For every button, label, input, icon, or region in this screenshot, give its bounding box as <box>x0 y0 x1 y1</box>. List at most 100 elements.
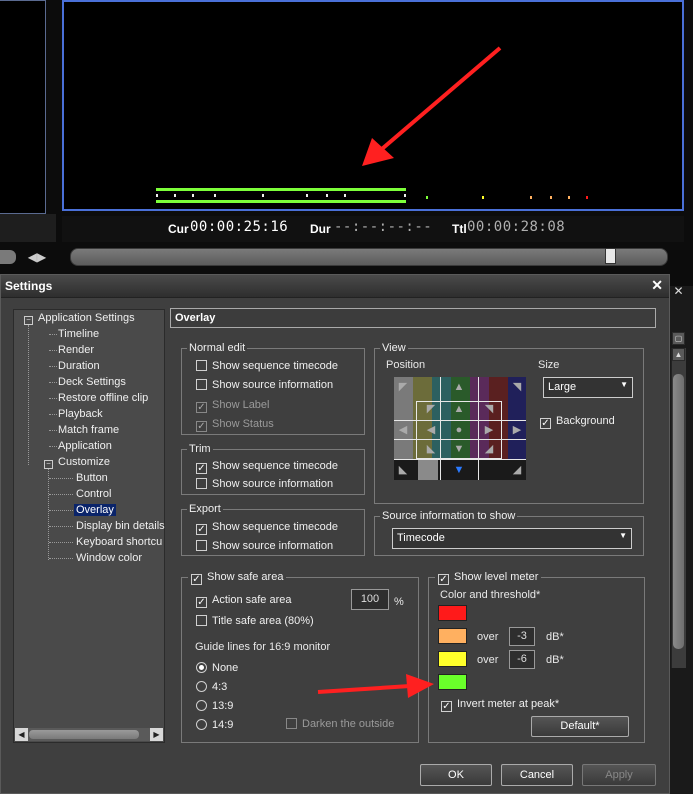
guide-13-9-radio[interactable]: 13:9 <box>196 699 233 713</box>
trim-seq-timecode-checkbox[interactable]: ✓ Show sequence timecode <box>196 459 338 474</box>
tree-item-display-bin-details[interactable]: Display bin details <box>76 520 165 532</box>
meter-color-orange-swatch[interactable] <box>438 628 467 644</box>
show-safe-area-checkbox[interactable]: ✓ Show safe area <box>188 570 287 585</box>
center-icon[interactable]: ● <box>450 422 468 438</box>
close-icon[interactable]: ✕ <box>672 285 685 299</box>
source-scrub-bar[interactable] <box>0 250 16 264</box>
checkbox[interactable]: ✓ <box>196 463 207 474</box>
jog-icon[interactable]: ◀▶ <box>26 249 48 265</box>
guide-none-radio[interactable]: None <box>196 661 238 675</box>
meter-color-yellow-swatch[interactable] <box>438 651 467 667</box>
default-button[interactable]: Default* <box>531 716 629 737</box>
tree-item-application[interactable]: Application <box>58 440 112 452</box>
tree-item-timeline[interactable]: Timeline <box>58 328 99 340</box>
export-seq-timecode-checkbox[interactable]: ✓ Show sequence timecode <box>196 520 338 535</box>
threshold-orange-input[interactable]: -3 <box>509 627 535 646</box>
tree-item-window-color[interactable]: Window color <box>76 552 142 564</box>
checkbox[interactable]: ✓ <box>191 574 202 585</box>
arrow-down-icon[interactable]: ▼ <box>450 441 468 457</box>
position-grid[interactable]: ◤ ▲ ◥ ◤ ▲ ◥ ◀ ◀ ● ▶ ▶ ◣ ▼ ◢ ◣ ▼ ◢ <box>394 377 526 480</box>
scroll-left-icon[interactable]: ◀ <box>15 728 28 741</box>
checkbox[interactable] <box>196 360 207 371</box>
arrow-down-left-icon[interactable]: ◣ <box>394 462 412 478</box>
cancel-button[interactable]: Cancel <box>501 764 573 786</box>
arrow-right-icon[interactable]: ▶ <box>480 422 498 438</box>
background-checkbox[interactable]: ✓ Background <box>540 414 615 429</box>
scroll-up-icon[interactable]: ▲ <box>672 348 685 361</box>
tree-item-keyboard-shortcut[interactable]: Keyboard shortcut <box>76 536 162 548</box>
scrub-handle[interactable] <box>605 248 616 264</box>
collapse-icon[interactable]: − <box>44 460 53 469</box>
tree-connector <box>49 446 57 447</box>
checkbox[interactable] <box>196 615 207 626</box>
action-safe-area-checkbox[interactable]: ✓ Action safe area <box>196 593 292 608</box>
radio[interactable] <box>196 662 207 673</box>
db-label: dB* <box>546 631 564 643</box>
tree-item-duration[interactable]: Duration <box>58 360 100 372</box>
scroll-thumb[interactable] <box>673 374 684 649</box>
arrow-down-left-icon[interactable]: ◣ <box>422 441 440 457</box>
checkbox-label: Show Status <box>212 418 274 430</box>
arrow-down-icon[interactable]: ▼ <box>450 462 468 478</box>
side-scrollbar[interactable]: ▲ <box>671 348 686 668</box>
scroll-right-icon[interactable]: ▶ <box>150 728 163 741</box>
checkbox[interactable]: ✓ <box>196 597 207 608</box>
threshold-yellow-input[interactable]: -6 <box>509 650 535 669</box>
arrow-right-icon[interactable]: ▶ <box>508 422 526 438</box>
arrow-up-right-icon[interactable]: ◥ <box>508 379 526 395</box>
arrow-up-right-icon[interactable]: ◥ <box>480 401 498 417</box>
ok-button[interactable]: OK <box>420 764 492 786</box>
checkbox[interactable]: ✓ <box>441 701 452 712</box>
checkbox[interactable] <box>196 540 207 551</box>
guide-14-9-radio[interactable]: 14:9 <box>196 718 233 732</box>
arrow-up-icon[interactable]: ▲ <box>450 379 468 395</box>
tree-item-application-settings[interactable]: Application Settings <box>38 312 135 324</box>
radio[interactable] <box>196 681 207 692</box>
tree-connector <box>49 430 57 431</box>
checkbox[interactable] <box>196 478 207 489</box>
checkbox[interactable]: ✓ <box>540 418 551 429</box>
arrow-down-right-icon[interactable]: ◢ <box>508 462 526 478</box>
title-safe-area-checkbox[interactable]: Title safe area (80%) <box>196 614 314 628</box>
radio[interactable] <box>196 719 207 730</box>
collapse-icon[interactable]: − <box>24 316 33 325</box>
darken-outside-checkbox: Darken the outside <box>286 717 394 731</box>
normal-seq-timecode-checkbox[interactable]: Show sequence timecode <box>196 359 338 373</box>
tree-item-customize[interactable]: Customize <box>58 456 110 468</box>
tree-item-playback[interactable]: Playback <box>58 408 103 420</box>
tree-item-deck-settings[interactable]: Deck Settings <box>58 376 126 388</box>
arrow-left-icon[interactable]: ◀ <box>422 422 440 438</box>
tree-horizontal-scrollbar[interactable]: ◀ ▶ <box>15 728 163 741</box>
meter-color-green-swatch[interactable] <box>438 674 467 690</box>
position-scrub-bar[interactable] <box>70 248 668 266</box>
show-level-meter-checkbox[interactable]: ✓ Show level meter <box>435 570 542 585</box>
guide-4-3-radio[interactable]: 4:3 <box>196 680 227 694</box>
size-select[interactable]: Large ▼ <box>543 377 633 398</box>
radio[interactable] <box>196 700 207 711</box>
arrow-up-icon[interactable]: ▲ <box>450 401 468 417</box>
normal-src-info-checkbox[interactable]: Show source information <box>196 378 333 392</box>
trim-src-info-checkbox[interactable]: Show source information <box>196 477 333 491</box>
tree-item-match-frame[interactable]: Match frame <box>58 424 119 436</box>
arrow-down-right-icon[interactable]: ◢ <box>480 441 498 457</box>
checkbox[interactable]: ✓ <box>438 574 449 585</box>
action-safe-area-input[interactable]: 100 <box>351 589 389 610</box>
checkbox-label: Show sequence timecode <box>212 360 338 372</box>
invert-meter-checkbox[interactable]: ✓ Invert meter at peak* <box>441 697 559 712</box>
checkbox[interactable] <box>196 379 207 390</box>
arrow-up-left-icon[interactable]: ◤ <box>394 379 412 395</box>
tree-item-restore-offline-clip[interactable]: Restore offline clip <box>58 392 148 404</box>
arrow-up-left-icon[interactable]: ◤ <box>422 401 440 417</box>
tree-item-control[interactable]: Control <box>76 488 111 500</box>
scroll-thumb[interactable] <box>29 730 139 739</box>
restore-icon[interactable]: ▢ <box>672 332 685 345</box>
tree-item-render[interactable]: Render <box>58 344 94 356</box>
checkbox[interactable]: ✓ <box>196 524 207 535</box>
tree-item-button[interactable]: Button <box>76 472 108 484</box>
export-src-info-checkbox[interactable]: Show source information <box>196 539 333 553</box>
meter-color-red-swatch[interactable] <box>438 605 467 621</box>
tree-item-overlay[interactable]: Overlay <box>74 504 116 516</box>
arrow-left-icon[interactable]: ◀ <box>394 422 412 438</box>
source-info-select[interactable]: Timecode ▼ <box>392 528 632 549</box>
close-icon[interactable]: ✕ <box>651 277 663 294</box>
